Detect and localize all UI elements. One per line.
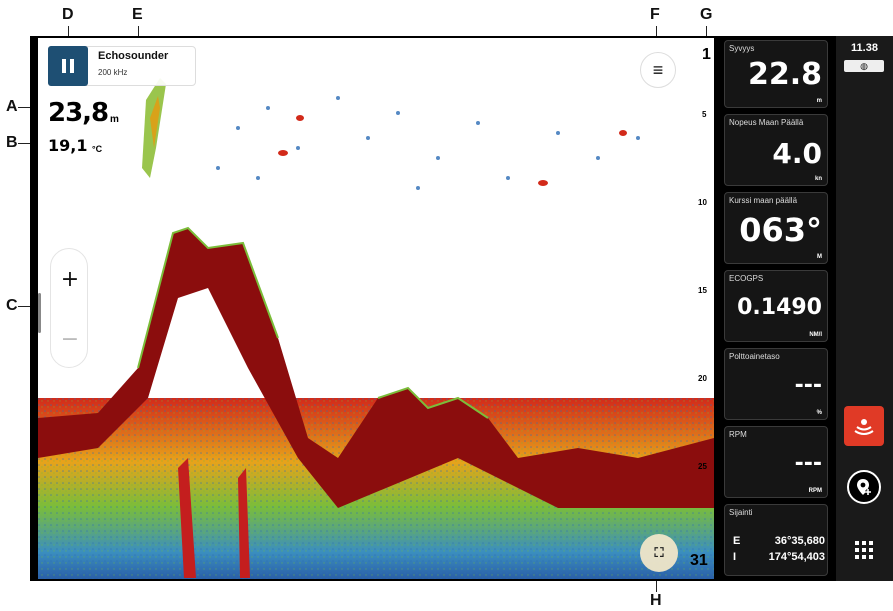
callout-g: G [700, 6, 713, 23]
tile-value: 4.0 [772, 137, 822, 170]
tile-title: ECOGPS [729, 274, 764, 283]
tile-value: 22.8 [747, 57, 822, 92]
depth-scale-top: 1 [702, 46, 711, 63]
position-east-value: 36°35,680 [774, 535, 825, 547]
tile-value: --- [794, 373, 822, 398]
callout-h: H [650, 592, 662, 609]
expand-icon: ⛶ [654, 545, 664, 560]
depth-readout: 23,8 [48, 98, 109, 128]
tile-value: 063° [739, 211, 822, 249]
source-name: Echosounder [98, 50, 169, 62]
callout-f: F [650, 6, 660, 23]
pause-icon-bar [70, 59, 74, 73]
tile-unit: NM/l [809, 332, 822, 338]
device-screen: Echosounder 200 kHz 23,8 m 19,1 °C + − ≡… [30, 36, 893, 581]
tile-title: Sijainti [729, 508, 753, 517]
tile-unit: RPM [808, 488, 822, 494]
data-tile-cog[interactable]: Kurssi maan päällä 063° M [724, 192, 828, 264]
tile-unit: m [816, 98, 822, 104]
temperature-readout: 19,1 [48, 136, 88, 155]
position-north-value: 174°54,403 [768, 551, 825, 563]
callout-c: C [6, 297, 18, 314]
data-tile-ecogps[interactable]: ECOGPS 0.1490 NM/l [724, 270, 828, 342]
data-tile-depth[interactable]: Syvyys 22.8 m [724, 40, 828, 108]
tile-title: Kurssi maan päällä [729, 196, 798, 205]
expand-button[interactable]: ⛶ [640, 534, 678, 572]
zoom-out-button[interactable]: − [51, 327, 89, 352]
grid-icon [855, 541, 873, 559]
tile-title: RPM [729, 430, 747, 439]
side-drag-handle[interactable] [38, 293, 41, 333]
data-tile-rpm[interactable]: RPM --- RPM [724, 426, 828, 498]
data-tile-position[interactable]: Sijainti E 36°35,680 I 174°54,403 [724, 504, 828, 576]
apps-grid-button[interactable] [850, 536, 878, 564]
callout-d: D [62, 6, 74, 23]
menu-button[interactable]: ≡ [640, 52, 676, 88]
zoom-controls: + − [50, 248, 88, 368]
data-tile-sog[interactable]: Nopeus Maan Päällä 4.0 kn [724, 114, 828, 186]
tile-value: 0.1490 [737, 295, 822, 320]
depth-scale-tick: 25 [698, 462, 707, 471]
sonar-icon [854, 419, 874, 435]
depth-scale-tick: 10 [698, 198, 707, 207]
tile-title: Nopeus Maan Päällä [729, 118, 804, 127]
position-north-label: I [733, 551, 737, 563]
sonar-echo-graphic [38, 78, 714, 579]
add-waypoint-icon [857, 479, 871, 495]
data-panel: Syvyys 22.8 m Nopeus Maan Päällä 4.0 kn … [720, 36, 832, 581]
depth-unit: m [110, 114, 119, 125]
callout-b: B [6, 134, 18, 151]
tile-unit: % [816, 410, 822, 416]
depth-scale-tick: 20 [698, 374, 707, 383]
tile-unit: M [817, 254, 822, 260]
tile-value: --- [794, 451, 822, 476]
zoom-in-button[interactable]: + [51, 267, 89, 292]
callout-a: A [6, 98, 18, 115]
hamburger-icon: ≡ [652, 59, 664, 80]
globe-icon: ◍ [844, 60, 884, 72]
depth-scale-tick: 5 [702, 110, 707, 119]
sonar-app-button[interactable] [844, 406, 884, 446]
pause-icon [62, 59, 66, 73]
callout-e: E [132, 6, 143, 23]
right-sidebar: 11.38 ◍ [836, 36, 893, 581]
pause-button[interactable] [48, 46, 88, 86]
depth-scale-tick: 15 [698, 286, 707, 295]
tile-title: Syvyys [729, 44, 755, 53]
tile-title: Polttoainetaso [729, 352, 780, 361]
position-east-label: E [733, 535, 741, 547]
source-frequency: 200 kHz [98, 68, 128, 77]
clock: 11.38 [851, 42, 878, 54]
depth-scale-bottom: 31 [690, 552, 708, 569]
data-tile-fuel[interactable]: Polttoainetaso --- % [724, 348, 828, 420]
add-waypoint-button[interactable] [847, 470, 881, 504]
temperature-unit: °C [92, 144, 103, 154]
tile-unit: kn [814, 176, 822, 182]
sonar-view[interactable]: Echosounder 200 kHz 23,8 m 19,1 °C + − ≡… [38, 38, 714, 579]
